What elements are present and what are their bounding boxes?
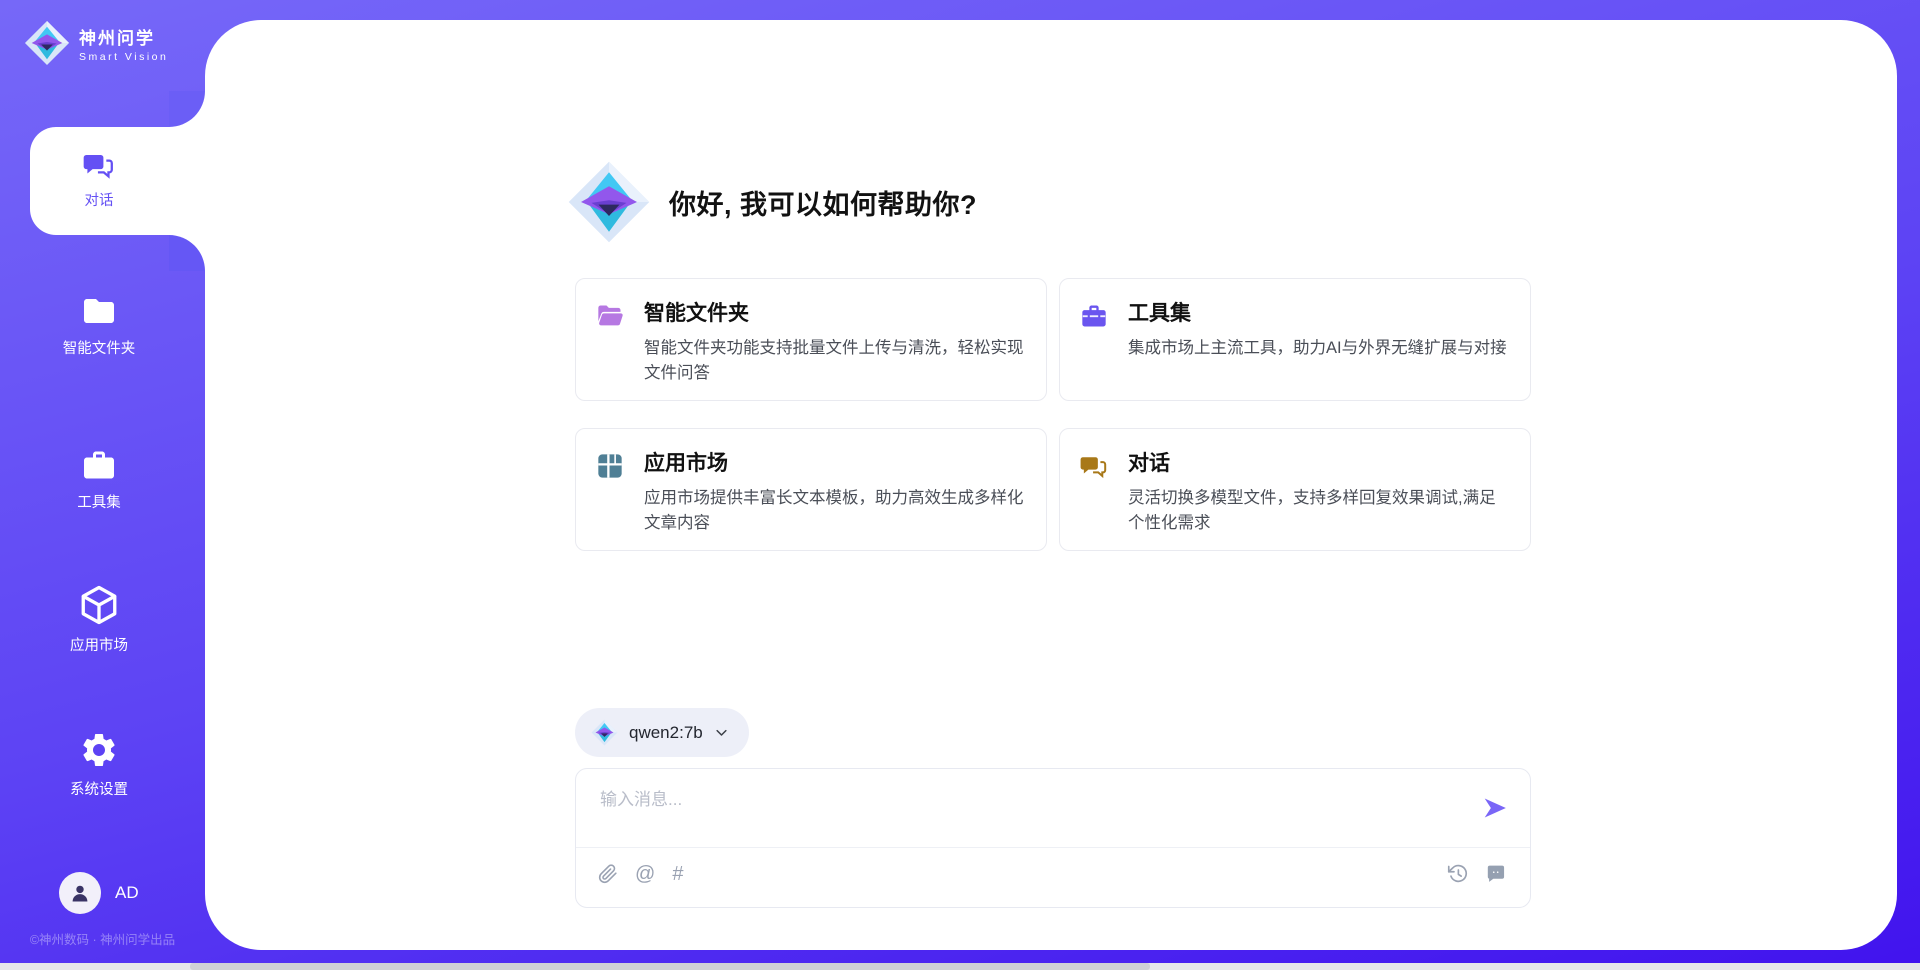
folder-icon: [79, 293, 119, 329]
toolbox-icon: [79, 447, 119, 483]
user-name: AD: [115, 883, 139, 903]
card-description: 集成市场上主流工具，助力AI与外界无缝扩展与对接: [1128, 336, 1508, 361]
card-title: 工具集: [1128, 297, 1506, 327]
paperclip-icon: [598, 863, 618, 885]
card-smart-folder[interactable]: 智能文件夹 智能文件夹功能支持批量文件上传与清洗，轻松实现文件问答: [575, 278, 1047, 401]
sidebar-item-chat[interactable]: 对话: [0, 149, 198, 210]
model-selector[interactable]: qwen2:7b: [575, 708, 749, 757]
card-description: 灵活切换多模型文件，支持多样回复效果调试,满足个性化需求: [1128, 486, 1508, 536]
sidebar-item-label: 对话: [85, 189, 114, 210]
folder-open-icon: [596, 302, 624, 330]
sidebar-item-toolset[interactable]: 工具集: [0, 447, 198, 512]
sidebar-item-label: 系统设置: [70, 778, 128, 799]
brand-text: 神州问学 Smart Vision: [79, 24, 168, 63]
chat-icon: [1080, 452, 1108, 480]
user-profile[interactable]: AD: [59, 872, 139, 914]
composer-tools-right: [1447, 863, 1506, 884]
message-input[interactable]: [600, 785, 1460, 837]
topic-button[interactable]: #: [672, 863, 683, 885]
model-logo-icon: [591, 719, 618, 746]
toolbox-icon: [1080, 302, 1108, 330]
person-icon: [68, 881, 92, 905]
message-composer: @ #: [575, 768, 1531, 908]
assistant-logo-icon: [567, 160, 651, 244]
sidebar: 神州问学 Smart Vision 对话 智能文件夹 工具集 应用市场 系统设置: [0, 0, 205, 970]
chevron-down-icon: [714, 725, 729, 740]
history-button[interactable]: [1447, 863, 1468, 884]
card-description: 智能文件夹功能支持批量文件上传与清洗，轻松实现文件问答: [644, 336, 1024, 386]
app-window: 神州问学 Smart Vision 对话 智能文件夹 工具集 应用市场 系统设置: [0, 0, 1920, 970]
copyright-text: ©神州数码 · 神州问学出品: [0, 929, 205, 948]
tab-concave-bottom: [169, 235, 205, 271]
card-description: 应用市场提供丰富长文本模板，助力高效生成多样化文章内容: [644, 486, 1024, 536]
grid-icon: [596, 452, 624, 480]
sidebar-item-smart-folder[interactable]: 智能文件夹: [0, 293, 198, 358]
brand-name: 神州问学: [79, 24, 168, 49]
send-icon[interactable]: [1482, 795, 1508, 821]
brand-subtitle: Smart Vision: [79, 51, 168, 63]
model-name: qwen2:7b: [629, 723, 703, 743]
card-title: 对话: [1128, 447, 1506, 477]
sidebar-item-label: 工具集: [77, 491, 121, 512]
tab-concave-top: [169, 91, 205, 127]
history-icon: [1447, 863, 1468, 884]
chat-icon: [81, 149, 117, 181]
card-toolset[interactable]: 工具集 集成市场上主流工具，助力AI与外界无缝扩展与对接: [1059, 278, 1531, 401]
sidebar-item-label: 智能文件夹: [63, 337, 136, 358]
greeting-text: 你好, 我可以如何帮助你?: [669, 183, 977, 222]
mention-button[interactable]: @: [635, 863, 655, 885]
avatar: [59, 872, 101, 914]
attach-file-button[interactable]: [598, 863, 618, 885]
main-content: 你好, 我可以如何帮助你? 智能文件夹 智能文件夹功能支持批量文件上传与清洗，轻…: [205, 20, 1897, 950]
card-chat[interactable]: 对话 灵活切换多模型文件，支持多样回复效果调试,满足个性化需求: [1059, 428, 1531, 551]
chat-bubble-icon: [1485, 863, 1506, 884]
feature-cards: 智能文件夹 智能文件夹功能支持批量文件上传与清洗，轻松实现文件问答 工具集 集成…: [575, 278, 1531, 551]
card-app-market[interactable]: 应用市场 应用市场提供丰富长文本模板，助力高效生成多样化文章内容: [575, 428, 1047, 551]
cube-icon: [78, 584, 120, 626]
new-chat-button[interactable]: [1485, 863, 1506, 884]
sidebar-item-label: 应用市场: [70, 634, 128, 655]
brand-logo-icon: [24, 20, 70, 66]
sidebar-item-settings[interactable]: 系统设置: [0, 730, 198, 799]
sidebar-item-app-market[interactable]: 应用市场: [0, 584, 198, 655]
gear-icon: [79, 730, 119, 770]
composer-divider: [576, 847, 1530, 848]
scrollbar-thumb[interactable]: [190, 963, 1150, 970]
card-title: 智能文件夹: [644, 297, 1022, 327]
composer-tools-left: @ #: [598, 863, 683, 885]
card-title: 应用市场: [644, 447, 1022, 477]
greeting-block: 你好, 我可以如何帮助你?: [567, 160, 977, 244]
brand: 神州问学 Smart Vision: [24, 20, 168, 66]
horizontal-scrollbar: [0, 963, 1920, 970]
